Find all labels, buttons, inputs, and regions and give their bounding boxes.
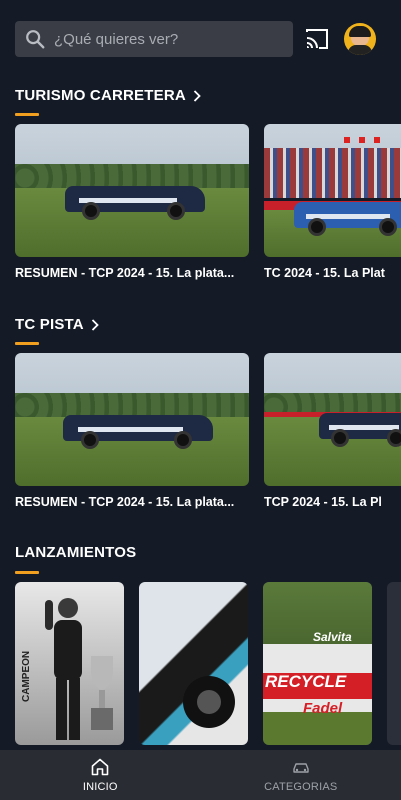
chevron-right-icon [91,318,99,331]
sponsor-text: Salvita [313,630,352,644]
carousel-turismo-carretera[interactable]: RESUMEN - TCP 2024 - 15. La plata... TC … [15,124,401,284]
sponsor-text: Fadel [303,700,343,717]
search-bar[interactable] [15,21,293,57]
launch-card[interactable]: Salvita RECYCLE Fadel [263,582,372,745]
launch-card[interactable]: CAMPEON [15,582,124,745]
carousel-lanzamientos[interactable]: CAMPEON Salvita RECYCLE Fadel [15,582,401,745]
search-icon [26,30,45,49]
user-avatar[interactable] [344,23,376,55]
trophy-image [91,656,113,730]
avatar-shirt [348,45,372,55]
video-caption: RESUMEN - TCP 2024 - 15. La plata... [15,266,235,280]
wheel-image [183,676,235,728]
video-card[interactable]: RESUMEN - TCP 2024 - 15. La plata... [15,124,249,280]
chevron-right-icon [193,89,201,102]
card-label: CAMPEON [21,650,32,702]
launch-card[interactable] [139,582,248,745]
video-thumbnail[interactable] [264,124,401,257]
section-title-label: TC PISTA [15,316,84,333]
carousel-tc-pista[interactable]: RESUMEN - TCP 2024 - 15. La plata... TCP… [15,353,401,513]
video-thumbnail[interactable] [15,124,249,257]
top-bar [15,20,386,58]
video-thumbnail[interactable] [15,353,249,486]
car-icon [293,763,309,773]
search-input[interactable] [54,30,274,48]
section-underline [15,571,39,574]
driver-photo [45,598,82,740]
sponsor-text: RECYCLE [265,672,347,691]
video-card[interactable]: TC 2024 - 15. La Plat [264,124,401,280]
section-title-label: LANZAMIENTOS [15,544,137,561]
section-title-turismo-carretera[interactable]: TURISMO CARRETERA [15,87,201,104]
nav-item-inicio[interactable]: INICIO [0,750,201,800]
section-underline [15,342,39,345]
nav-item-categorias[interactable]: CATEGORIAS [201,750,401,800]
video-caption: TCP 2024 - 15. La Pl [264,495,382,509]
video-caption: TC 2024 - 15. La Plat [264,266,385,280]
home-icon [91,758,109,776]
launch-card[interactable] [387,582,401,745]
section-title-tc-pista[interactable]: TC PISTA [15,316,99,333]
section-title-label: TURISMO CARRETERA [15,87,186,104]
section-underline [15,113,39,116]
video-caption: RESUMEN - TCP 2024 - 15. La plata... [15,495,235,509]
bottom-navigation: INICIO CATEGORIAS [0,750,401,800]
cast-icon[interactable] [305,28,329,50]
video-card[interactable]: RESUMEN - TCP 2024 - 15. La plata... [15,353,249,509]
video-thumbnail[interactable] [264,353,401,486]
video-card[interactable]: TCP 2024 - 15. La Pl [264,353,401,509]
avatar-cap [349,26,371,37]
section-title-lanzamientos: LANZAMIENTOS [15,544,136,561]
nav-label: INICIO [82,781,118,793]
nav-label: CATEGORIAS [264,781,338,793]
